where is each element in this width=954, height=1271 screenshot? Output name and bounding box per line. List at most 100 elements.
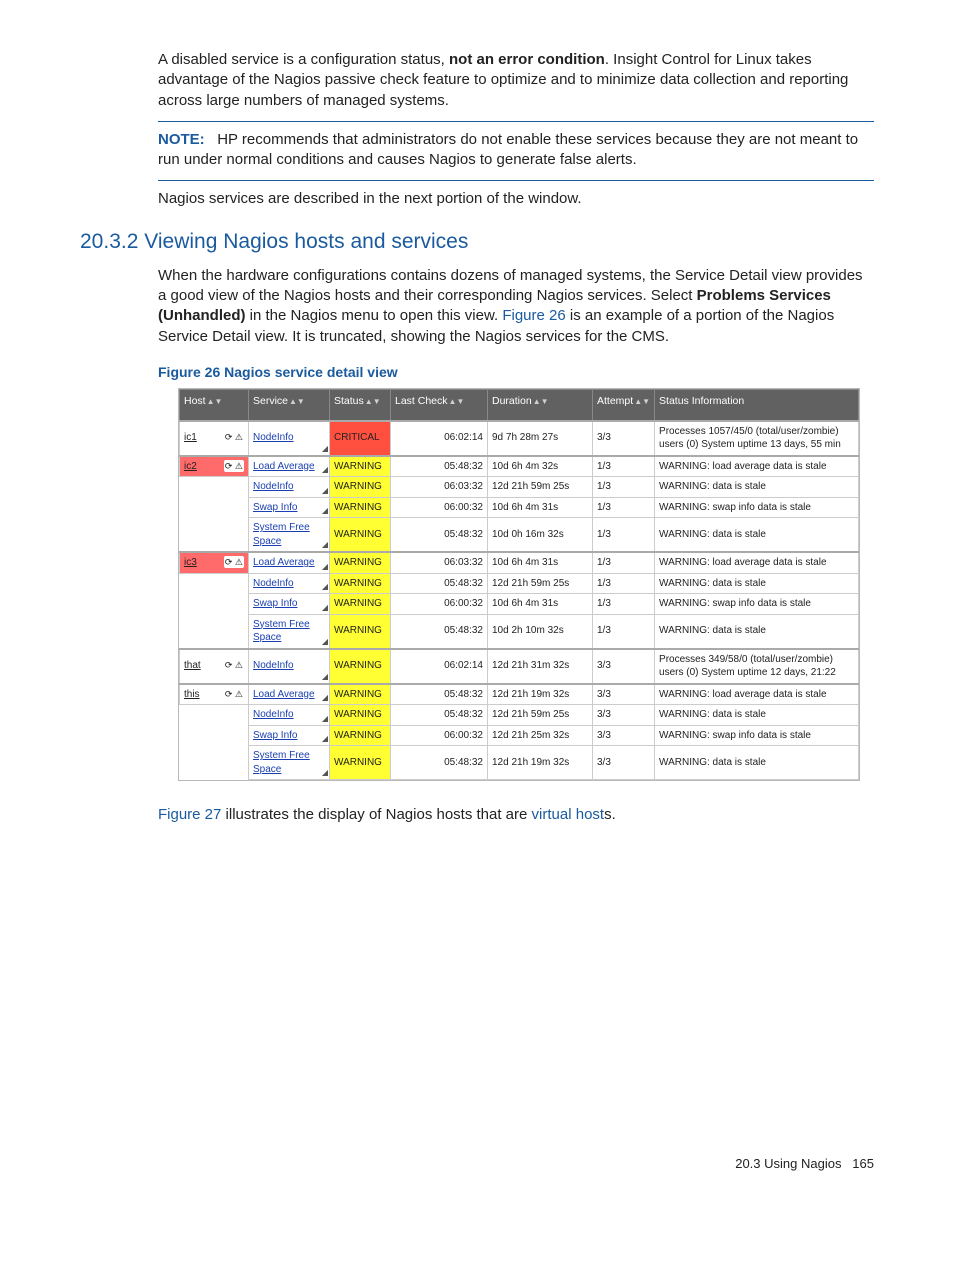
corner-icon: ◢ — [322, 603, 328, 614]
attempt-cell: 3/3 — [593, 725, 655, 746]
nagios-service-table: Host▲▼ Service▲▼ Status▲▼ Last Check▲▼ D… — [178, 388, 860, 782]
service-cell[interactable]: System Free Space◢ — [249, 746, 330, 780]
duration-cell: 10d 6h 4m 31s — [488, 497, 593, 518]
corner-icon: ◢ — [322, 734, 328, 745]
table-row: NodeInfo◢WARNING05:48:3212d 21h 59m 25s3… — [180, 705, 859, 726]
table-row: System Free Space◢WARNING05:48:3210d 0h … — [180, 518, 859, 553]
table-row: NodeInfo◢WARNING06:03:3212d 21h 59m 25s1… — [180, 477, 859, 498]
status-info-cell: WARNING: swap info data is stale — [655, 725, 859, 746]
last-check-cell: 05:48:32 — [391, 614, 488, 649]
col-status[interactable]: Status▲▼ — [330, 389, 391, 421]
host-cell[interactable]: that⟳ ⚠ — [180, 649, 249, 684]
host-action-icons[interactable]: ⟳ ⚠ — [224, 688, 244, 700]
corner-icon: ◢ — [322, 582, 328, 593]
service-cell[interactable]: Swap Info◢ — [249, 594, 330, 615]
section-paragraph: When the hardware configurations contain… — [158, 266, 874, 347]
footer-section: 20.3 Using Nagios — [735, 1156, 841, 1171]
service-cell[interactable]: Load Average◢ — [249, 552, 330, 573]
section-title: Viewing Nagios hosts and services — [144, 230, 468, 253]
status-info-cell: WARNING: data is stale — [655, 518, 859, 553]
last-check-cell: 06:02:14 — [391, 649, 488, 684]
host-cell — [180, 594, 249, 615]
service-cell[interactable]: NodeInfo◢ — [249, 421, 330, 456]
status-badge: WARNING — [330, 684, 391, 705]
corner-icon: ◢ — [322, 540, 328, 551]
status-badge: WARNING — [330, 518, 391, 553]
host-cell — [180, 497, 249, 518]
last-check-cell: 06:03:32 — [391, 477, 488, 498]
host-action-icons[interactable]: ⟳ ⚠ — [224, 556, 244, 568]
duration-cell: 10d 6h 4m 31s — [488, 552, 593, 573]
service-cell[interactable]: System Free Space◢ — [249, 614, 330, 649]
service-cell[interactable]: NodeInfo◢ — [249, 649, 330, 684]
host-cell[interactable]: ic2⟳ ⚠ — [180, 456, 249, 477]
host-action-icons[interactable]: ⟳ ⚠ — [224, 659, 244, 671]
note-label: NOTE: — [158, 131, 205, 148]
col-duration[interactable]: Duration▲▼ — [488, 389, 593, 421]
host-cell — [180, 705, 249, 726]
table-row: that⟳ ⚠NodeInfo◢WARNING06:02:1412d 21h 3… — [180, 649, 859, 684]
status-info-cell: WARNING: swap info data is stale — [655, 497, 859, 518]
attempt-cell: 1/3 — [593, 552, 655, 573]
last-check-cell: 06:00:32 — [391, 594, 488, 615]
sort-icon: ▲▼ — [449, 397, 465, 406]
table-row: ic1⟳ ⚠NodeInfo◢CRITICAL06:02:149d 7h 28m… — [180, 421, 859, 456]
col-host[interactable]: Host▲▼ — [180, 389, 249, 421]
section-heading: 20.3.2 Viewing Nagios hosts and services — [80, 228, 874, 256]
table-row: System Free Space◢WARNING05:48:3212d 21h… — [180, 746, 859, 780]
service-cell[interactable]: NodeInfo◢ — [249, 477, 330, 498]
text: in the Nagios menu to open this view. — [246, 307, 503, 324]
term-link[interactable]: virtual host — [532, 806, 605, 823]
service-cell[interactable]: Swap Info◢ — [249, 497, 330, 518]
service-cell[interactable]: System Free Space◢ — [249, 518, 330, 553]
status-info-cell: WARNING: data is stale — [655, 573, 859, 594]
status-badge: WARNING — [330, 573, 391, 594]
corner-icon: ◢ — [322, 486, 328, 497]
duration-cell: 12d 21h 25m 32s — [488, 725, 593, 746]
host-action-icons[interactable]: ⟳ ⚠ — [224, 431, 244, 443]
text: A disabled service is a configuration st… — [158, 51, 449, 68]
paragraph: Figure 27 illustrates the display of Nag… — [158, 805, 874, 825]
duration-cell: 10d 6h 4m 32s — [488, 456, 593, 477]
corner-icon: ◢ — [322, 637, 328, 648]
col-attempt[interactable]: Attempt▲▼ — [593, 389, 655, 421]
attempt-cell: 1/3 — [593, 518, 655, 553]
figure-link[interactable]: Figure 27 — [158, 806, 221, 823]
duration-cell: 12d 21h 59m 25s — [488, 477, 593, 498]
corner-icon: ◢ — [322, 465, 328, 476]
status-info-cell: WARNING: load average data is stale — [655, 684, 859, 705]
service-cell[interactable]: NodeInfo◢ — [249, 573, 330, 594]
col-last-check[interactable]: Last Check▲▼ — [391, 389, 488, 421]
status-info-cell: Processes 1057/45/0 (total/user/zombie) … — [655, 421, 859, 456]
service-cell[interactable]: NodeInfo◢ — [249, 705, 330, 726]
service-cell[interactable]: Load Average◢ — [249, 684, 330, 705]
status-badge: WARNING — [330, 649, 391, 684]
col-service[interactable]: Service▲▼ — [249, 389, 330, 421]
host-cell — [180, 725, 249, 746]
last-check-cell: 06:00:32 — [391, 497, 488, 518]
status-info-cell: WARNING: swap info data is stale — [655, 594, 859, 615]
host-cell[interactable]: ic3⟳ ⚠ — [180, 552, 249, 573]
duration-cell: 9d 7h 28m 27s — [488, 421, 593, 456]
attempt-cell: 1/3 — [593, 477, 655, 498]
host-cell[interactable]: ic1⟳ ⚠ — [180, 421, 249, 456]
attempt-cell: 3/3 — [593, 746, 655, 780]
service-cell[interactable]: Load Average◢ — [249, 456, 330, 477]
figure-link[interactable]: Figure 26 — [502, 307, 565, 324]
status-info-cell: WARNING: load average data is stale — [655, 552, 859, 573]
last-check-cell: 05:48:32 — [391, 456, 488, 477]
service-cell[interactable]: Swap Info◢ — [249, 725, 330, 746]
page-footer: 20.3 Using Nagios 165 — [80, 1155, 874, 1173]
host-action-icons[interactable]: ⟳ ⚠ — [224, 460, 244, 472]
sort-icon: ▲▼ — [289, 397, 305, 406]
corner-icon: ◢ — [322, 672, 328, 683]
table-header-row: Host▲▼ Service▲▼ Status▲▼ Last Check▲▼ D… — [180, 389, 859, 421]
host-cell — [180, 573, 249, 594]
status-info-cell: WARNING: data is stale — [655, 477, 859, 498]
attempt-cell: 1/3 — [593, 456, 655, 477]
status-badge: WARNING — [330, 746, 391, 780]
table-row: Swap Info◢WARNING06:00:3210d 6h 4m 31s1/… — [180, 594, 859, 615]
attempt-cell: 3/3 — [593, 421, 655, 456]
last-check-cell: 05:48:32 — [391, 746, 488, 780]
host-cell[interactable]: this⟳ ⚠ — [180, 684, 249, 705]
